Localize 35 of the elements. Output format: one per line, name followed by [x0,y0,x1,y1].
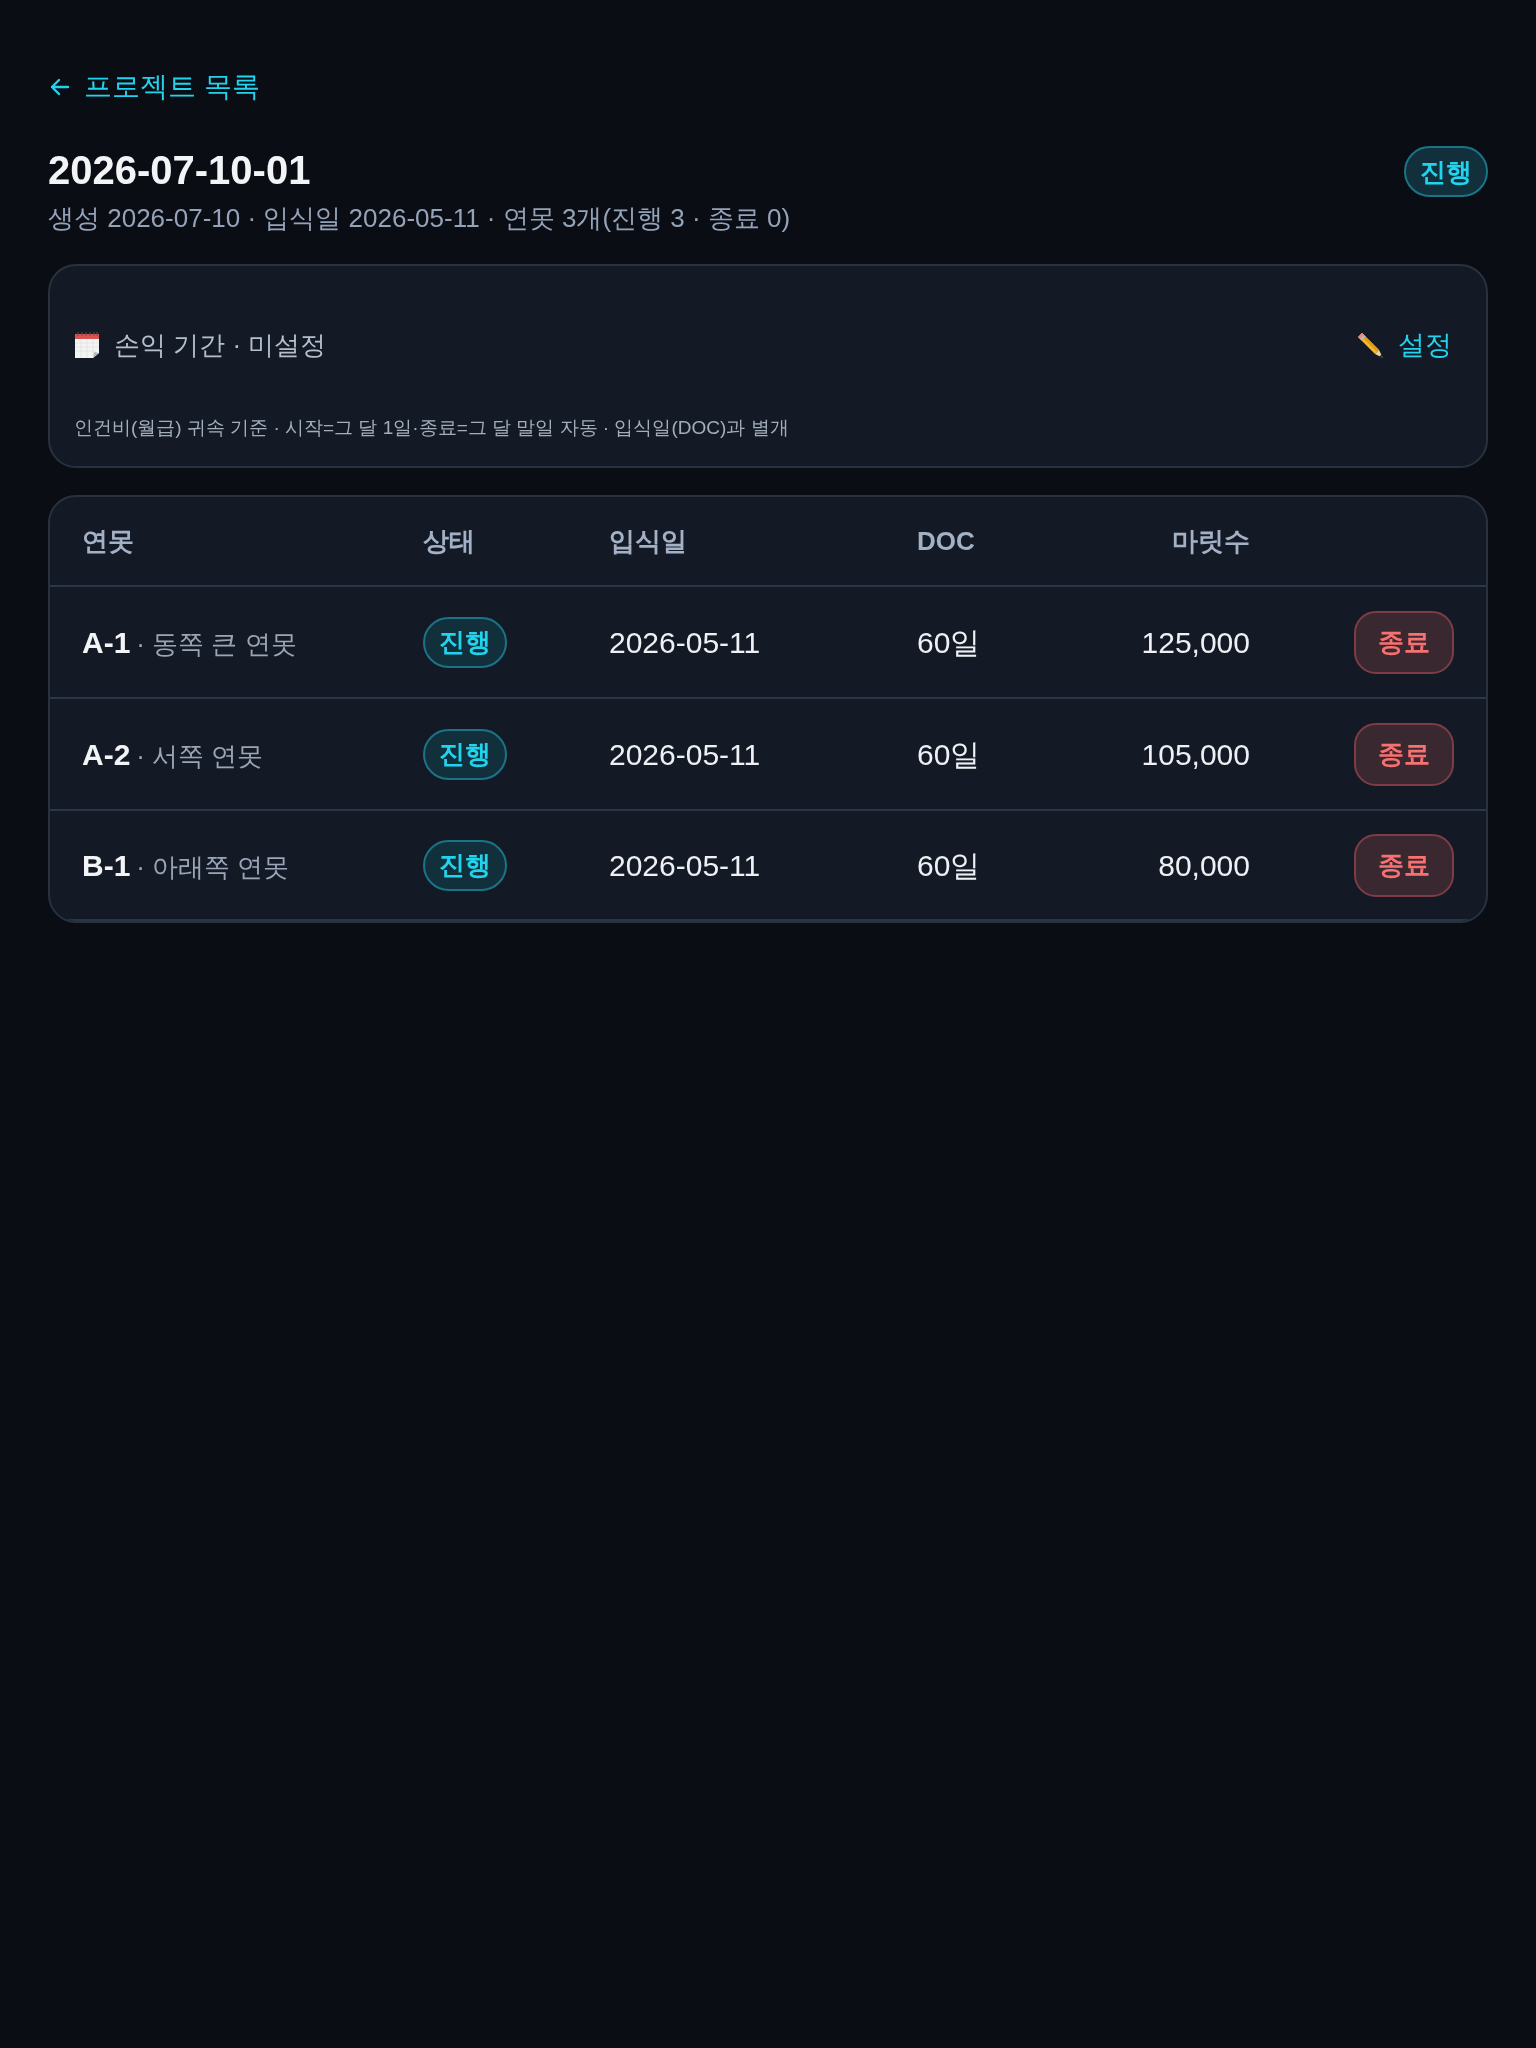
count-cell-text: 125,000 [1140,624,1250,661]
end-button[interactable]: 종료 [1354,833,1454,897]
end-button[interactable]: 종료 [1354,722,1454,786]
column-header: 상태 [423,525,476,558]
page-title: 2026-07-10-01 [48,147,311,194]
end-button[interactable]: 종료 [1354,610,1454,674]
note-text: 인건비(월급) 귀속 기준 · 시작=그 달 1일·종료=그 달 말일 자동 · 입식일(DOC)과 별개 [74,416,790,440]
pond-code: A-2 [82,736,131,773]
column-header: 마릿수 [1171,525,1250,558]
count-cell-text: 80,000 [1157,847,1250,884]
pond-code: A-1 [82,624,131,661]
period-label: 손익 기간 · 미설정 [114,329,327,362]
doc-cell-text: 60일 [917,624,982,661]
meta-text: 생성 2026-07-10 · 입식일 2026-05-11 · 연못 3개(진행 3 · 종료 0) [48,202,791,235]
column-header: 연못 [82,525,135,558]
pencil-icon [1356,331,1384,359]
column-header: 입식일 [609,525,688,558]
pond-name: · 동쪽 큰 연못 [136,627,297,661]
calendar-icon [74,331,100,359]
settings-button[interactable]: 설정 [1346,328,1462,362]
pond-name: · 아래쪽 연못 [136,850,290,884]
doc-cell-text: 60일 [917,736,982,773]
pond-name: · 서쪽 연못 [136,739,264,773]
status-badge: 진행 [423,728,507,780]
pond-code: B-1 [82,847,131,884]
doc-cell-text: 60일 [917,847,982,884]
date-cell-text: 2026-05-11 [609,736,762,773]
status-badge: 진행 [423,839,507,891]
date-cell-text: 2026-05-11 [609,847,762,884]
status-badge: 진행 [1404,146,1488,197]
date-cell-text: 2026-05-11 [609,624,762,661]
column-header: DOC [917,525,976,558]
status-badge: 진행 [423,616,507,668]
back-link[interactable]: 프로젝트 목록 [48,68,260,106]
count-cell-text: 105,000 [1140,736,1250,773]
